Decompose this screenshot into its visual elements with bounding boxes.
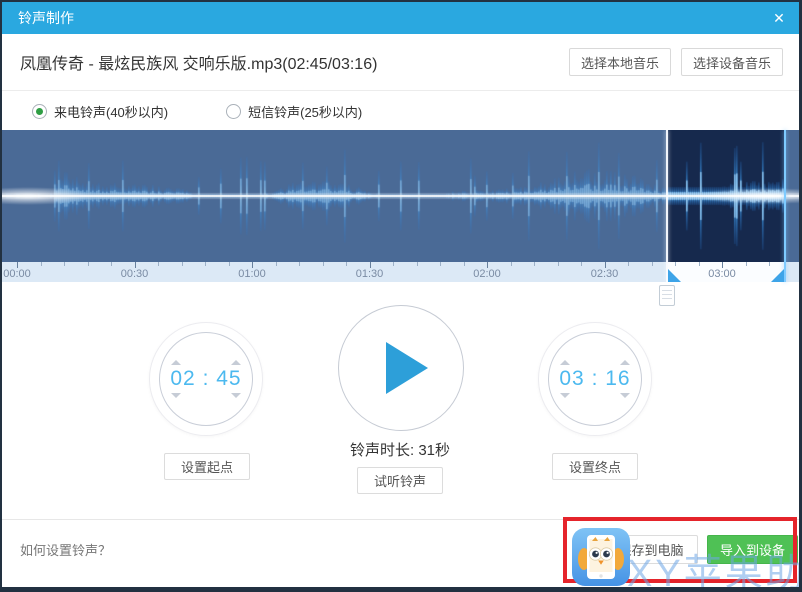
- selection-end-line: [784, 130, 786, 282]
- play-icon: [386, 342, 428, 394]
- chevron-up-icon[interactable]: [560, 360, 570, 365]
- timeline-tick: [205, 262, 206, 266]
- chevron-up-icon[interactable]: [171, 360, 181, 365]
- window-title: 铃声制作: [18, 8, 74, 28]
- timeline-tick: [675, 262, 676, 266]
- end-time-dial: 03 : 16: [538, 322, 652, 436]
- timeline-tick: [534, 262, 535, 266]
- timeline-tick: [111, 262, 112, 266]
- preview-ringtone-button[interactable]: 试听铃声: [357, 467, 443, 494]
- timeline-tick: [440, 262, 441, 266]
- timeline-tick: [41, 262, 42, 266]
- timeline-tick: [88, 262, 89, 266]
- timeline-tick: [346, 262, 347, 266]
- chevron-up-icon[interactable]: [620, 360, 630, 365]
- radio-selected-icon[interactable]: [32, 104, 47, 119]
- timeline-label: 03:00: [708, 268, 736, 280]
- end-time-dial-inner: 03 : 16: [548, 332, 642, 426]
- timeline-tick: [299, 262, 300, 266]
- song-title: 凤凰传奇 - 最炫民族风 交响乐版.mp3(02:45/03:16): [20, 50, 569, 74]
- timeline-label: 00:00: [3, 268, 31, 280]
- radio-call-label: 来电铃声(40秒以内): [54, 102, 168, 121]
- close-icon[interactable]: ✕: [763, 2, 795, 34]
- timeline-tick: [581, 262, 582, 266]
- choose-device-music-button[interactable]: 选择设备音乐: [681, 48, 783, 76]
- window-content: 铃声制作 ✕ 凤凰传奇 - 最炫民族风 交响乐版.mp3(02:45/03:16…: [2, 2, 799, 587]
- timeline-label: 02:00: [473, 268, 501, 280]
- footer-divider: [2, 519, 799, 520]
- start-time-dial: 02 : 45: [149, 322, 263, 436]
- radio-call-ringtone[interactable]: 来电铃声(40秒以内): [32, 102, 168, 121]
- timeline-tick: [746, 262, 747, 266]
- timeline-tick: [323, 262, 324, 266]
- timeline-tick: [229, 262, 230, 266]
- radio-sms-ringtone[interactable]: 短信铃声(25秒以内): [226, 102, 362, 121]
- save-to-computer-button[interactable]: 保存到电脑: [604, 535, 698, 564]
- timeline-label: 01:00: [238, 268, 266, 280]
- timeline-tick: [699, 262, 700, 266]
- timeline-tick: [652, 262, 653, 266]
- chevron-down-icon[interactable]: [231, 393, 241, 398]
- start-time-value: 02 : 45: [170, 367, 241, 391]
- play-button[interactable]: [338, 305, 464, 431]
- radio-sms-label: 短信铃声(25秒以内): [248, 102, 362, 121]
- waveform-canvas[interactable]: [2, 130, 799, 262]
- header: 凤凰传奇 - 最炫民族风 交响乐版.mp3(02:45/03:16) 选择本地音…: [2, 34, 799, 90]
- selection-start-line: [666, 130, 668, 282]
- timeline-tick: [511, 262, 512, 266]
- choose-local-music-button[interactable]: 选择本地音乐: [569, 48, 671, 76]
- start-time-dial-inner: 02 : 45: [159, 332, 253, 426]
- drag-handle-icon[interactable]: [659, 285, 675, 306]
- timeline-tick: [64, 262, 65, 266]
- ringtone-type-group: 来电铃声(40秒以内) 短信铃声(25秒以内): [2, 90, 799, 131]
- waveform-panel: 00:00 00:30 01:00 01:30 02:00 02:30 03:00: [2, 130, 799, 282]
- radio-unselected-icon[interactable]: [226, 104, 241, 119]
- timeline-tick: [182, 262, 183, 266]
- set-start-button[interactable]: 设置起点: [164, 453, 250, 480]
- chevron-up-icon[interactable]: [231, 360, 241, 365]
- chevron-down-icon[interactable]: [620, 393, 630, 398]
- set-end-button[interactable]: 设置终点: [552, 453, 638, 480]
- ringtone-maker-window: 铃声制作 ✕ 凤凰传奇 - 最炫民族风 交响乐版.mp3(02:45/03:16…: [0, 0, 802, 592]
- timeline-tick: [158, 262, 159, 266]
- import-to-device-button[interactable]: 导入到设备: [707, 535, 798, 564]
- timeline-tick: [558, 262, 559, 266]
- timeline-tick: [464, 262, 465, 266]
- help-link[interactable]: 如何设置铃声？: [20, 540, 111, 559]
- chevron-down-icon[interactable]: [560, 393, 570, 398]
- timeline-label: 02:30: [591, 268, 619, 280]
- duration-text: 铃声时长: 31秒: [320, 439, 480, 460]
- timeline-label: 00:30: [121, 268, 149, 280]
- timeline-tick: [769, 262, 770, 266]
- timeline-tick: [628, 262, 629, 266]
- titlebar: 铃声制作 ✕: [2, 2, 799, 34]
- timeline-label: 01:30: [356, 268, 384, 280]
- chevron-down-icon[interactable]: [171, 393, 181, 398]
- selection-start-handle[interactable]: [668, 269, 681, 282]
- selection-end-handle[interactable]: [771, 269, 784, 282]
- timeline-tick: [393, 262, 394, 266]
- timeline-tick: [276, 262, 277, 266]
- timeline-tick: [417, 262, 418, 266]
- end-time-value: 03 : 16: [559, 367, 630, 391]
